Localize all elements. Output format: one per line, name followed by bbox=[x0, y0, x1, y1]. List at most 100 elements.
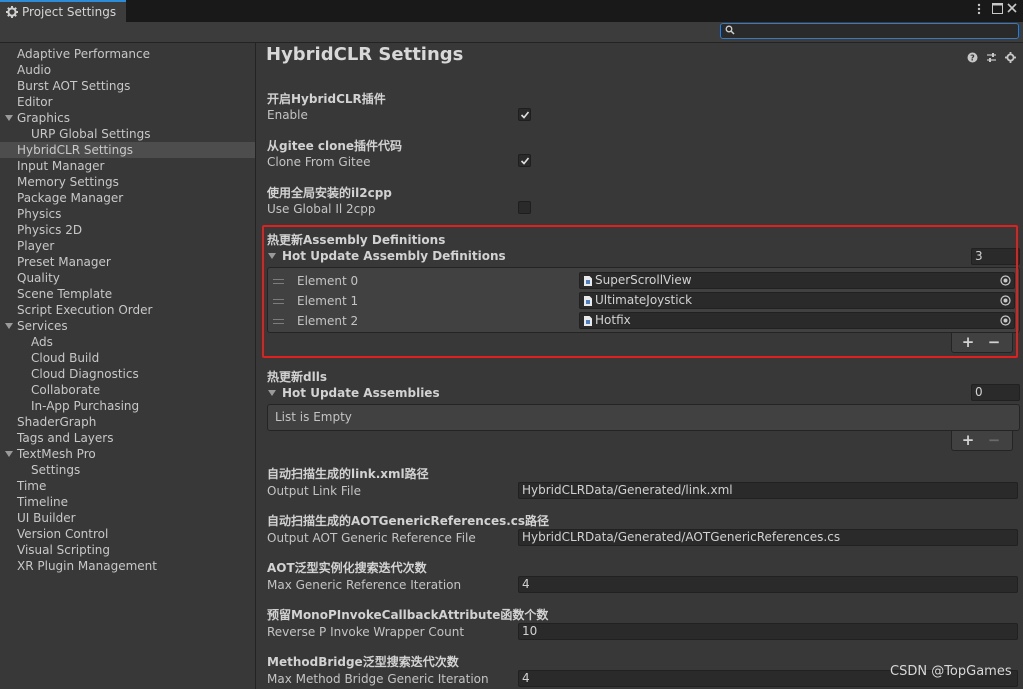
output-link-file-field[interactable]: HybridCLRData/Generated/link.xml bbox=[518, 482, 1018, 499]
more-options-icon[interactable] bbox=[972, 3, 986, 17]
sidebar-item-label: Physics 2D bbox=[17, 223, 83, 237]
sidebar-item-label: Timeline bbox=[17, 495, 69, 509]
sidebar-item-label: TextMesh Pro bbox=[17, 447, 96, 461]
highlight-box bbox=[262, 225, 1018, 358]
enable-section-title: 开启HybridCLR插件 bbox=[267, 92, 386, 106]
sidebar-item-label: Services bbox=[17, 319, 68, 333]
global-il2cpp-section-title: 使用全局安装的il2cpp bbox=[267, 186, 392, 200]
max-generic-ref-iter-field[interactable]: 4 bbox=[518, 576, 1018, 593]
sidebar-item-preset-manager[interactable]: Preset Manager bbox=[0, 254, 255, 270]
sidebar-item-cloud-build[interactable]: Cloud Build bbox=[0, 350, 255, 366]
sidebar-item-label: Editor bbox=[17, 95, 53, 109]
sidebar-item-shadergraph[interactable]: ShaderGraph bbox=[0, 414, 255, 430]
checkmark-icon bbox=[520, 111, 530, 119]
sidebar-item-label: Adaptive Performance bbox=[17, 47, 150, 61]
sidebar-item-quality[interactable]: Quality bbox=[0, 270, 255, 286]
sidebar-item-label: Time bbox=[17, 479, 47, 493]
add-element-button[interactable]: + bbox=[958, 432, 978, 448]
dlls-list-footer: + − bbox=[951, 431, 1013, 451]
output-link-file-label: Output Link File bbox=[267, 484, 361, 498]
sidebar-item-player[interactable]: Player bbox=[0, 238, 255, 254]
sidebar-item-label: Tags and Layers bbox=[17, 431, 114, 445]
clone-from-gitee-checkbox[interactable] bbox=[518, 154, 531, 167]
sidebar-item-in-app-purchasing[interactable]: In-App Purchasing bbox=[0, 398, 255, 414]
sidebar-item-label: Input Manager bbox=[17, 159, 105, 173]
sidebar-item-label: Visual Scripting bbox=[17, 543, 110, 557]
sidebar-item-scene-template[interactable]: Scene Template bbox=[0, 286, 255, 302]
generic-iter-section-title: AOT泛型实例化搜索迭代次数 bbox=[267, 561, 427, 575]
empty-list-text: List is Empty bbox=[275, 410, 352, 424]
remove-element-button[interactable]: − bbox=[984, 432, 1004, 448]
sidebar-item-label: Burst AOT Settings bbox=[17, 79, 131, 93]
tab-project-settings[interactable]: Project Settings bbox=[0, 0, 126, 22]
sidebar-item-settings[interactable]: Settings bbox=[0, 462, 255, 478]
output-aot-ref-label: Output AOT Generic Reference File bbox=[267, 531, 476, 545]
sidebar-item-label: Script Execution Order bbox=[17, 303, 153, 317]
max-method-bridge-label: Max Method Bridge Generic Iteration bbox=[267, 672, 489, 686]
sliders-icon[interactable] bbox=[986, 52, 997, 63]
sidebar-item-label: Physics bbox=[17, 207, 62, 221]
sidebar-item-input-manager[interactable]: Input Manager bbox=[0, 158, 255, 174]
sidebar-item-label: Scene Template bbox=[17, 287, 113, 301]
sidebar-item-services[interactable]: Services bbox=[0, 318, 255, 334]
sidebar-item-ui-builder[interactable]: UI Builder bbox=[0, 510, 255, 526]
sidebar-item-textmesh-pro[interactable]: TextMesh Pro bbox=[0, 446, 255, 462]
link-xml-section-title: 自动扫描生成的link.xml路径 bbox=[267, 467, 429, 481]
sidebar-item-ads[interactable]: Ads bbox=[0, 334, 255, 350]
sidebar-item-editor[interactable]: Editor bbox=[0, 94, 255, 110]
expand-arrow-icon[interactable] bbox=[5, 115, 13, 121]
sidebar-item-package-manager[interactable]: Package Manager bbox=[0, 190, 255, 206]
sidebar-item-adaptive-performance[interactable]: Adaptive Performance bbox=[0, 46, 255, 62]
sidebar-item-label: Package Manager bbox=[17, 191, 124, 205]
expand-arrow-icon[interactable] bbox=[5, 323, 13, 329]
clone-from-gitee-label: Clone From Gitee bbox=[267, 155, 371, 169]
sidebar-item-timeline[interactable]: Timeline bbox=[0, 494, 255, 510]
max-generic-ref-iter-label: Max Generic Reference Iteration bbox=[267, 578, 462, 592]
reverse-pinvoke-label: Reverse P Invoke Wrapper Count bbox=[267, 625, 465, 639]
sidebar-item-memory-settings[interactable]: Memory Settings bbox=[0, 174, 255, 190]
sidebar-item-urp-global-settings[interactable]: URP Global Settings bbox=[0, 126, 255, 142]
sidebar-item-hybridclr-settings[interactable]: HybridCLR Settings bbox=[0, 142, 255, 158]
sidebar-item-visual-scripting[interactable]: Visual Scripting bbox=[0, 542, 255, 558]
sidebar-item-label: URP Global Settings bbox=[31, 127, 151, 141]
checkmark-icon bbox=[520, 157, 530, 165]
sidebar-item-physics[interactable]: Physics bbox=[0, 206, 255, 222]
tab-bar: Project Settings bbox=[0, 0, 1023, 22]
help-icon[interactable]: ? bbox=[967, 52, 978, 63]
sidebar: Adaptive Performance Audio Burst AOT Setti… bbox=[0, 43, 256, 689]
sidebar-item-audio[interactable]: Audio bbox=[0, 62, 255, 78]
sidebar-item-script-execution-order[interactable]: Script Execution Order bbox=[0, 302, 255, 318]
sidebar-item-label: Memory Settings bbox=[17, 175, 119, 189]
sidebar-item-burst-aot-settings[interactable]: Burst AOT Settings bbox=[0, 78, 255, 94]
dlls-size-field[interactable]: 0 bbox=[971, 384, 1020, 401]
sidebar-item-label: Settings bbox=[31, 463, 81, 477]
search-input[interactable] bbox=[720, 23, 1019, 39]
sidebar-item-cloud-diagnostics[interactable]: Cloud Diagnostics bbox=[0, 366, 255, 382]
sidebar-item-graphics[interactable]: Graphics bbox=[0, 110, 255, 126]
pinvoke-section-title: 预留MonoPInvokeCallbackAttribute函数个数 bbox=[267, 608, 549, 622]
maximize-icon[interactable] bbox=[990, 3, 1004, 17]
expand-arrow-icon[interactable] bbox=[5, 451, 13, 457]
enable-checkbox[interactable] bbox=[518, 108, 531, 121]
svg-text:?: ? bbox=[970, 54, 975, 63]
foldout-arrow-icon bbox=[268, 390, 276, 396]
sidebar-item-label: Cloud Build bbox=[31, 351, 100, 365]
sidebar-item-physics-2d[interactable]: Physics 2D bbox=[0, 222, 255, 238]
sidebar-item-collaborate[interactable]: Collaborate bbox=[0, 382, 255, 398]
reverse-pinvoke-field[interactable]: 10 bbox=[518, 623, 1018, 640]
gear-icon[interactable] bbox=[1005, 52, 1016, 63]
sidebar-item-label: Player bbox=[17, 239, 55, 253]
sidebar-item-label: In-App Purchasing bbox=[31, 399, 140, 413]
output-aot-ref-field[interactable]: HybridCLRData/Generated/AOTGenericRefere… bbox=[518, 529, 1018, 546]
sidebar-item-label: Preset Manager bbox=[17, 255, 111, 269]
sidebar-item-label: Version Control bbox=[17, 527, 109, 541]
dlls-foldout-label: Hot Update Assemblies bbox=[282, 386, 440, 400]
sidebar-item-label: Ads bbox=[31, 335, 53, 349]
sidebar-item-version-control[interactable]: Version Control bbox=[0, 526, 255, 542]
sidebar-item-time[interactable]: Time bbox=[0, 478, 255, 494]
sidebar-item-tags-and-layers[interactable]: Tags and Layers bbox=[0, 430, 255, 446]
close-icon[interactable] bbox=[1005, 3, 1019, 17]
dlls-foldout[interactable]: Hot Update Assemblies bbox=[267, 386, 440, 400]
use-global-il2cpp-checkbox[interactable] bbox=[518, 201, 531, 214]
sidebar-item-xr-plugin-management[interactable]: XR Plugin Management bbox=[0, 558, 255, 574]
